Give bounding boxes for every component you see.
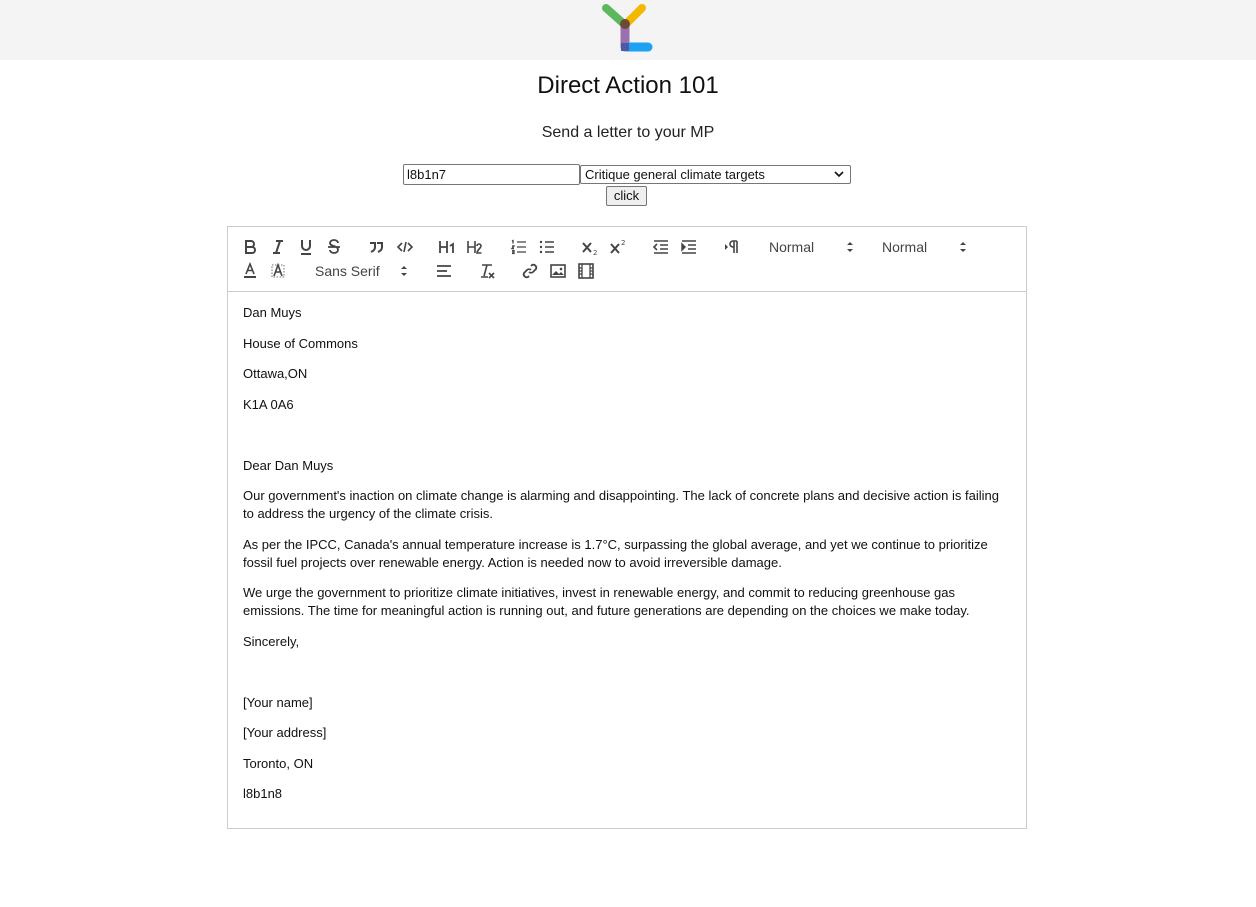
align-icon[interactable] — [433, 260, 455, 282]
page-subtitle: Send a letter to your MP — [541, 124, 715, 141]
clear-format-icon[interactable] — [476, 260, 498, 282]
letter-paragraph: As per the IPCC, Canada's annual tempera… — [243, 536, 988, 570]
font-select-value: Sans Serif — [315, 263, 380, 279]
top-bar — [0, 0, 1256, 60]
letter-paragraph: Ottawa,ON — [243, 366, 308, 381]
strikethrough-icon[interactable] — [323, 236, 345, 258]
letter-paragraph: l8b1n8 — [243, 786, 283, 801]
italic-icon[interactable] — [267, 236, 289, 258]
font-select[interactable]: Sans Serif — [315, 260, 409, 282]
letter-paragraph: Toronto, ON — [243, 755, 314, 771]
editor-toolbar: 2 2 Normal Normal Sans Serif — [227, 226, 1027, 292]
header-select-value: Normal — [769, 239, 815, 255]
svg-text:2: 2 — [593, 249, 597, 256]
app-logo-icon — [602, 4, 653, 52]
header-2-icon[interactable] — [464, 236, 486, 258]
blockquote-icon[interactable] — [365, 236, 387, 258]
bold-icon[interactable] — [239, 236, 261, 258]
text-color-icon[interactable] — [239, 260, 261, 282]
underline-icon[interactable] — [295, 236, 317, 258]
topic-select[interactable]: Critique general climate targets — [580, 165, 851, 184]
submit-button[interactable]: click — [606, 186, 647, 206]
image-icon[interactable] — [547, 260, 569, 282]
letter-editor[interactable]: Dan Muys House of Commons Ottawa,ON K1A 0A6… — [227, 291, 1027, 829]
size-select-value: Normal — [882, 239, 928, 255]
select-arrows-icon — [960, 242, 966, 252]
postal-code-input[interactable] — [403, 164, 580, 185]
link-icon[interactable] — [519, 260, 541, 282]
subscript-icon[interactable]: 2 — [579, 236, 601, 258]
letter-paragraph: Our government's inaction on climate cha… — [243, 488, 999, 521]
letter-paragraph: K1A 0A6 — [243, 396, 294, 412]
indent-icon[interactable] — [678, 236, 700, 258]
letter-paragraph: [Your address] — [243, 725, 327, 740]
page-title: Direct Action 101 — [537, 72, 719, 99]
ordered-list-icon[interactable] — [508, 236, 530, 258]
svg-text:2: 2 — [621, 239, 625, 247]
letter-paragraph — [243, 426, 1011, 444]
text-direction-icon[interactable] — [721, 236, 743, 258]
video-icon[interactable] — [575, 260, 597, 282]
letter-paragraph: We urge the government to prioritize cli… — [243, 585, 970, 618]
size-select[interactable]: Normal — [882, 236, 968, 258]
letter-paragraph: Dan Muys — [243, 305, 302, 320]
header-1-icon[interactable] — [436, 236, 458, 258]
letter-paragraph: Sincerely, — [243, 633, 300, 649]
code-block-icon[interactable] — [394, 236, 416, 258]
header-select[interactable]: Normal — [769, 236, 855, 258]
outdent-icon[interactable] — [650, 236, 672, 258]
letter-paragraph: House of Commons — [243, 335, 358, 351]
topic-select-value: Critique general climate targets — [585, 167, 765, 182]
select-arrows-icon — [401, 266, 407, 276]
letter-paragraph — [243, 663, 1011, 681]
background-color-icon[interactable] — [267, 260, 289, 282]
chevron-down-icon — [834, 171, 844, 178]
select-arrows-icon — [847, 242, 853, 252]
letter-paragraph: Dear Dan Muys — [243, 457, 334, 473]
superscript-icon[interactable]: 2 — [607, 236, 629, 258]
bullet-list-icon[interactable] — [536, 236, 558, 258]
letter-paragraph: [Your name] — [243, 694, 313, 710]
